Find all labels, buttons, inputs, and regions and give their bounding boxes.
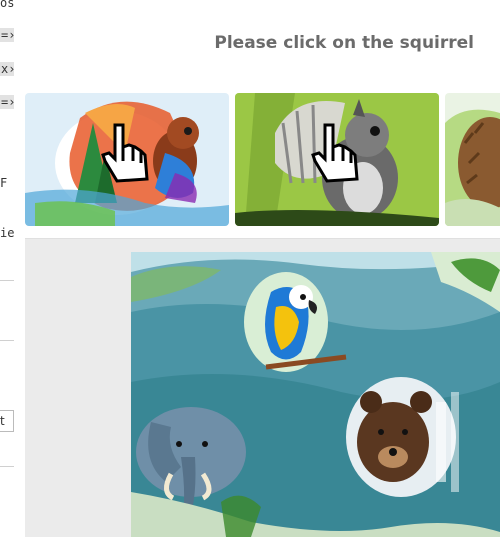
thumbnail-squirrel-colorful[interactable] [25,93,229,226]
thumbnail-hedgehog[interactable] [445,93,500,226]
fragment-divider [0,340,14,341]
fragment-text-3: x› [0,62,15,76]
hand-pointer-icon [311,123,359,183]
fragment-text-1: os [0,0,15,10]
fragment-text-2: =› [0,28,15,42]
scene-image[interactable] [131,252,500,537]
captcha-scene [25,238,500,537]
fragment-divider [0,466,14,467]
fragment-text-6: ie [0,226,15,240]
fragment-text-5: F [0,176,8,190]
captcha-modal: Please click on the squirrel [14,0,500,537]
thumbnail-image [445,93,500,226]
scene-illustration [131,252,500,537]
background-page-fragment: os =› x› =› F ie t [0,0,15,536]
fragment-input: t [0,410,14,432]
fragment-text-4: =› [0,95,15,109]
captcha-prompt: Please click on the squirrel [214,33,474,53]
thumbnail-squirrel-grey[interactable] [235,93,439,226]
hand-pointer-icon [101,123,149,183]
fragment-divider [0,280,14,281]
